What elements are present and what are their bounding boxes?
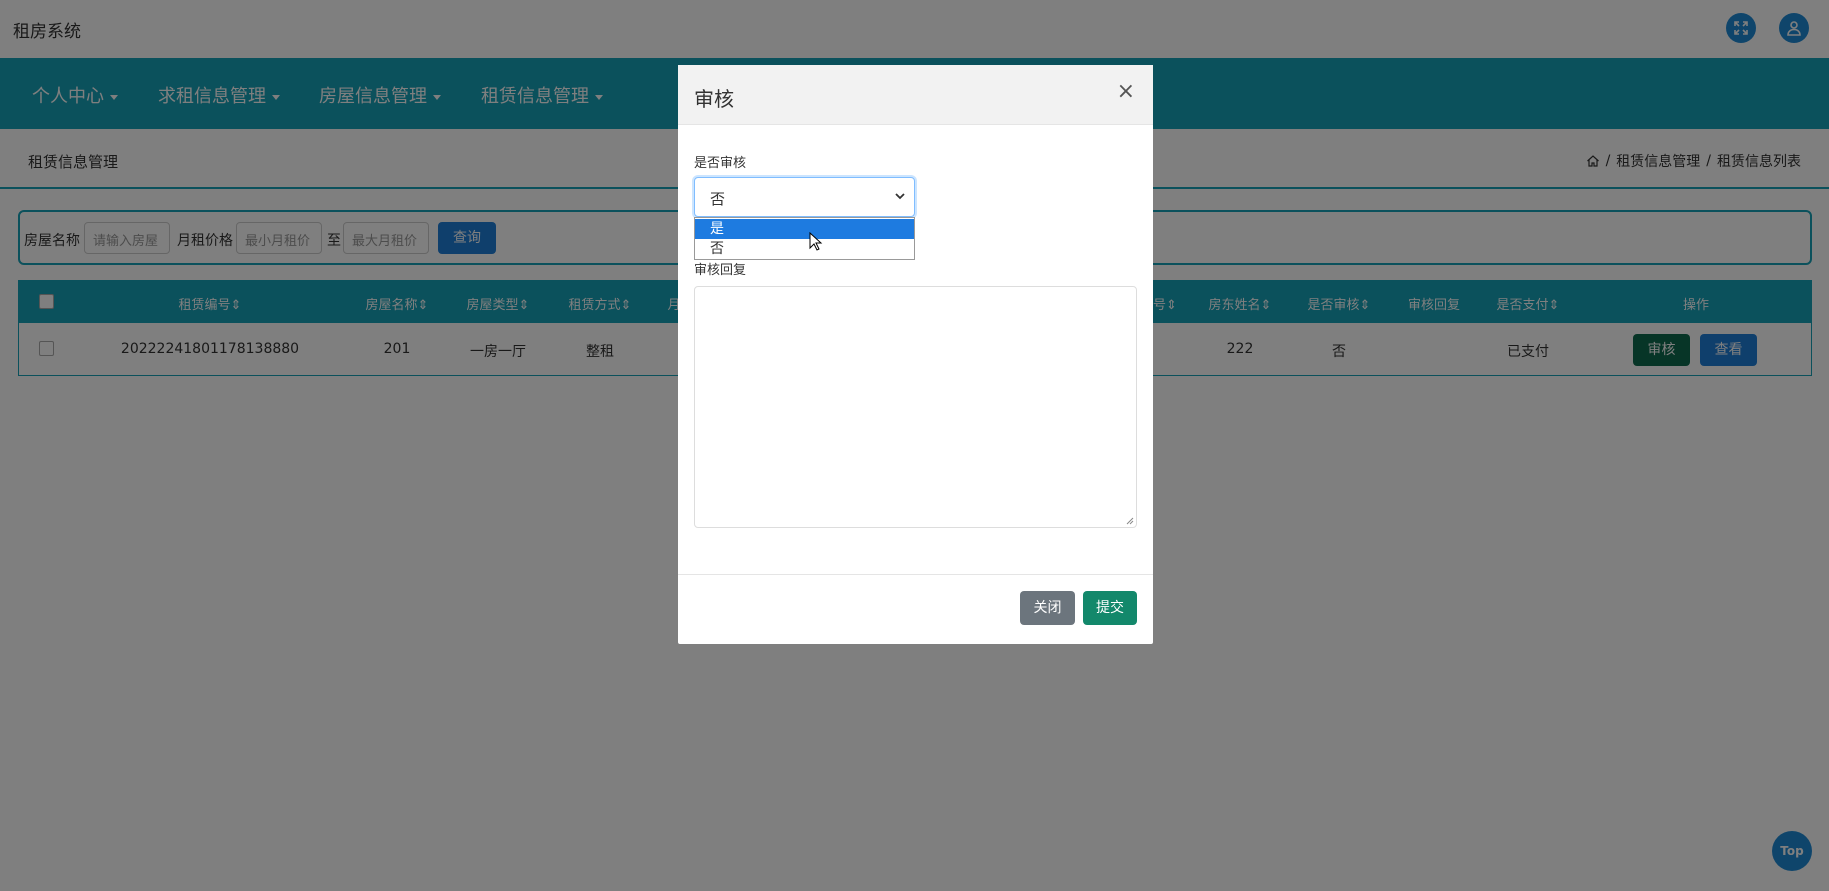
close-icon[interactable]: × <box>1117 79 1135 104</box>
audit-reply-textarea[interactable] <box>694 286 1137 528</box>
modal-title: 审核 <box>694 87 734 111</box>
audit-modal: 审核 × 是否审核 否 审核回复 是 否 关闭 提交 <box>678 65 1153 644</box>
close-button[interactable]: 关闭 <box>1020 591 1075 625</box>
audit-status-value: 否 <box>710 190 726 208</box>
chevron-down-icon <box>895 193 905 200</box>
modal-footer-divider <box>678 574 1153 575</box>
submit-button[interactable]: 提交 <box>1083 591 1137 625</box>
modal-header: 审核 × <box>678 65 1153 125</box>
mouse-cursor-icon <box>809 232 823 251</box>
audit-reply-label: 审核回复 <box>694 263 747 278</box>
dropdown-option-yes[interactable]: 是 <box>695 219 914 239</box>
dropdown-option-no[interactable]: 否 <box>695 239 914 259</box>
audit-status-select[interactable]: 否 <box>694 177 915 217</box>
audit-status-dropdown: 是 否 <box>694 217 915 260</box>
audit-status-label: 是否审核 <box>694 156 747 171</box>
resize-grip-icon[interactable] <box>1126 517 1134 525</box>
